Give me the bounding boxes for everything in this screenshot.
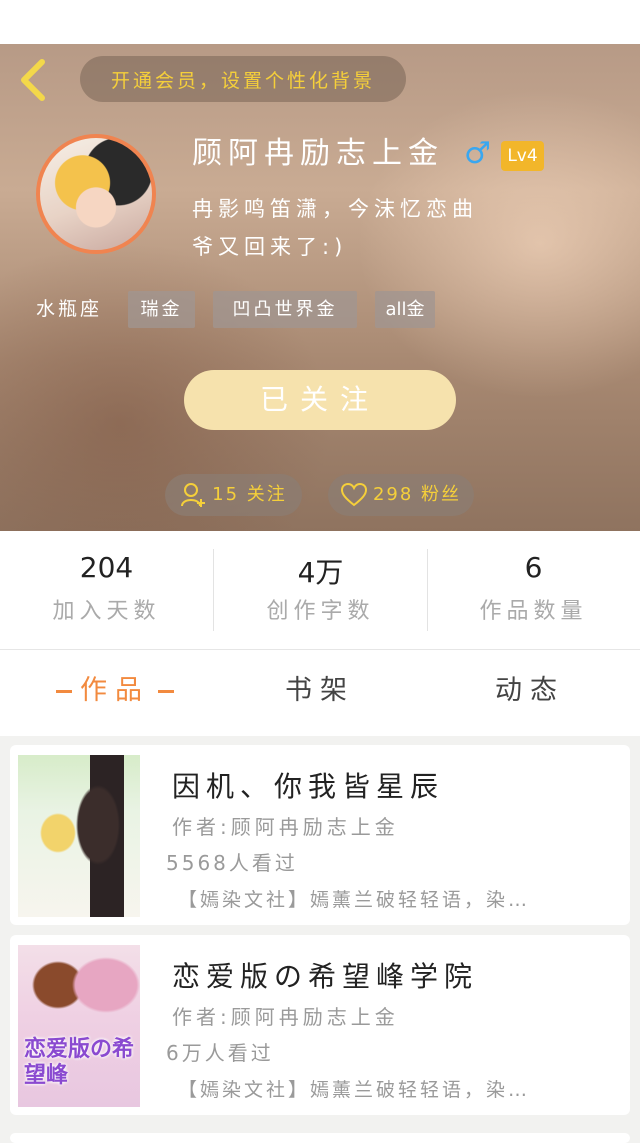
profile-tag: 瑞金 <box>128 291 195 328</box>
profile-tag: 凹凸世界金 <box>213 291 357 328</box>
stat-value: 6 <box>524 551 543 584</box>
status-bar <box>0 0 640 44</box>
work-author: 作者:顾阿冉励志上金 <box>172 815 399 839</box>
tab-indicator <box>158 690 174 693</box>
chevron-left-icon <box>21 59 45 101</box>
male-gender-icon: ♂ <box>464 136 491 171</box>
work-cover-image <box>18 755 140 917</box>
username: 顾阿冉励志上金 <box>192 136 444 171</box>
tab-label: 书架 <box>285 675 355 706</box>
back-button[interactable] <box>14 58 54 102</box>
work-title: 因机、你我皆星辰 <box>172 770 445 803</box>
following-count: 15 关注 <box>212 484 287 505</box>
user-add-icon <box>181 483 206 507</box>
tab-label: 动态 <box>495 675 565 706</box>
work-author: 作者:顾阿冉励志上金 <box>172 1005 399 1029</box>
work-cover-image: 恋爱版の希望峰 <box>18 945 140 1107</box>
tab-works[interactable]: 作品 <box>20 650 210 736</box>
bio-line: 冉影鸣笛潇，今沫忆恋曲 <box>192 197 478 221</box>
level-badge: Lv4 <box>501 141 544 171</box>
heart-icon <box>340 483 367 507</box>
stat-join-days: 204 加入天数 <box>0 531 213 649</box>
fans-count: 298 粉丝 <box>372 484 462 505</box>
bio-line: 爷又回来了:) <box>192 235 348 259</box>
tab-activity[interactable]: 动态 <box>440 650 620 736</box>
stats-bar: 204 加入天数 4万 创作字数 6 作品数量 <box>0 531 640 650</box>
follow-button[interactable]: 已关注 <box>184 370 456 430</box>
vip-banner[interactable]: 开通会员，设置个性化背景 <box>80 56 406 102</box>
work-description: 【嫣染文社】嫣薰兰破轻轻语，染… <box>178 1079 531 1101</box>
cover-title-text: 恋爱版の希望峰 <box>24 1037 135 1088</box>
stat-label: 创作字数 <box>266 599 375 624</box>
avatar[interactable] <box>36 134 156 254</box>
stat-value: 204 <box>79 551 134 584</box>
work-card[interactable]: 因机、你我皆星辰 作者:顾阿冉励志上金 5568人看过 【嫣染文社】嫣薰兰破轻轻… <box>10 745 630 925</box>
stat-label: 作品数量 <box>479 599 588 624</box>
following-button[interactable]: 15 关注 <box>165 474 302 516</box>
stat-label: 加入天数 <box>52 599 161 624</box>
work-card[interactable]: 恋爱版の希望峰 恋爱版の希望峰学院 作者:顾阿冉励志上金 6万人看过 【嫣染文社… <box>10 935 630 1115</box>
profile-tag: all金 <box>375 291 435 328</box>
profile-header: 开通会员，设置个性化背景 顾阿冉励志上金 ♂ Lv4 冉影鸣笛潇，今沫忆恋曲 爷… <box>0 44 640 531</box>
bio: 冉影鸣笛潇，今沫忆恋曲 爷又回来了:) <box>192 190 552 266</box>
work-views: 6万人看过 <box>166 1041 274 1065</box>
stat-works-count: 6 作品数量 <box>427 531 640 649</box>
tab-label: 作品 <box>80 675 150 706</box>
tab-bookshelf[interactable]: 书架 <box>230 650 410 736</box>
work-title: 恋爱版の希望峰学院 <box>172 960 479 993</box>
work-card-partial <box>10 1133 630 1143</box>
constellation-label: 水瓶座 <box>36 298 103 320</box>
tab-bar: 作品 书架 动态 <box>0 650 640 736</box>
tab-indicator <box>56 690 72 693</box>
work-views: 5568人看过 <box>166 851 298 875</box>
work-description: 【嫣染文社】嫣薰兰破轻轻语，染… <box>178 889 531 911</box>
fans-button[interactable]: 298 粉丝 <box>328 474 474 516</box>
stat-value: 4万 <box>297 556 344 589</box>
stat-word-count: 4万 创作字数 <box>214 531 427 649</box>
